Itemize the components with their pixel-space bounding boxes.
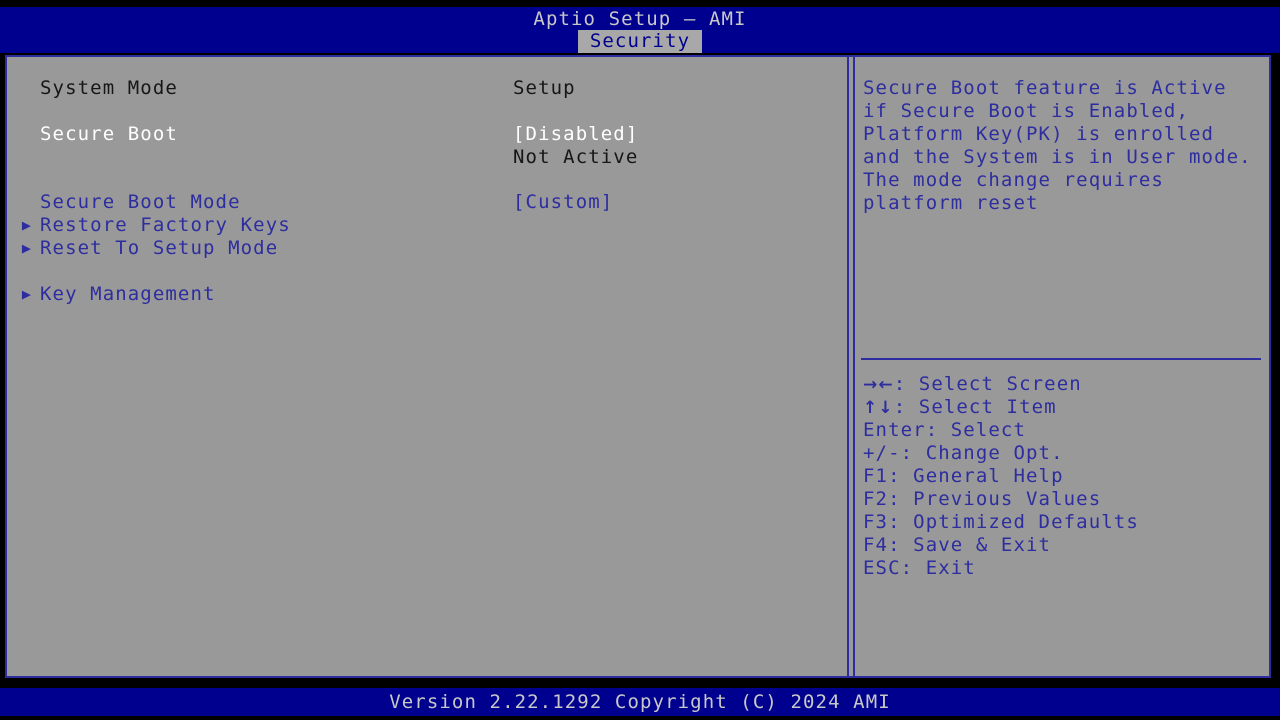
arrow-up-down-icon: ↑↓ [863, 398, 894, 418]
bios-setup-screen: Aptio Setup – AMI Security System Mode Se… [0, 0, 1280, 720]
settings-row-label: Secure Boot [40, 123, 178, 145]
top-black-bar [0, 0, 1280, 7]
submenu-triangle-icon: ▶ [21, 239, 33, 257]
key-legend-item: →←: Select Screen [863, 373, 1263, 396]
key-legend-text: : Select Item [893, 396, 1057, 418]
key-legend-item: F3: Optimized Defaults [863, 511, 1263, 534]
settings-pane: System Mode Setup Secure Boot [Disabled] Not… [7, 57, 849, 676]
key-legend-item: Enter: Select [863, 419, 1263, 442]
key-legend-list: →←: Select Screen ↑↓: Select Item Enter: S… [863, 373, 1263, 580]
settings-row-label: System Mode [40, 77, 178, 99]
key-legend-item: F1: General Help [863, 465, 1263, 488]
settings-row[interactable]: Secure Boot Mode [Custom] [7, 191, 847, 214]
key-legend-text: F4: Save & Exit [863, 534, 1052, 556]
settings-row[interactable]: System Mode Setup [7, 77, 847, 100]
settings-row[interactable]: ▶ Restore Factory Keys [7, 214, 847, 237]
settings-row-value[interactable]: [Disabled] [513, 123, 638, 146]
help-pane: Secure Boot feature is Active if Secure … [853, 57, 1269, 676]
key-legend-item: F4: Save & Exit [863, 534, 1263, 557]
key-legend-text: F2: Previous Values [863, 488, 1102, 510]
settings-row-label: Secure Boot Mode [40, 191, 241, 213]
version-text: Version 2.22.1292 Copyright (C) 2024 AMI [389, 691, 891, 713]
settings-row-value[interactable]: Setup [513, 77, 576, 100]
submenu-triangle-icon: ▶ [21, 216, 33, 234]
settings-row[interactable]: ▶ Key Management [7, 283, 847, 306]
settings-row[interactable]: Secure Boot [Disabled] [7, 123, 847, 146]
key-legend-text: F1: General Help [863, 465, 1064, 487]
key-legend-text: F3: Optimized Defaults [863, 511, 1139, 533]
key-legend-item: F2: Previous Values [863, 488, 1263, 511]
help-divider [861, 358, 1261, 360]
settings-row-value[interactable]: [Custom] [513, 191, 613, 214]
key-legend-item: ↑↓: Select Item [863, 396, 1263, 419]
key-legend-text: : Select Screen [893, 373, 1082, 395]
settings-row-label: Restore Factory Keys [40, 214, 291, 236]
main-frame: System Mode Setup Secure Boot [Disabled] Not… [5, 55, 1271, 678]
settings-row: Not Active [7, 146, 847, 169]
settings-row[interactable]: ▶ Reset To Setup Mode [7, 237, 847, 260]
bottom-black-bar [0, 716, 1280, 720]
key-legend-text: Enter: Select [863, 419, 1027, 441]
settings-row-label: Reset To Setup Mode [40, 237, 279, 259]
tab-strip: Security [0, 30, 1280, 53]
help-description: Secure Boot feature is Active if Secure … [863, 77, 1252, 214]
key-legend-item: ESC: Exit [863, 557, 1263, 580]
key-legend-text: +/-: Change Opt. [863, 442, 1064, 464]
arrow-left-right-icon: →← [863, 375, 894, 395]
submenu-triangle-icon: ▶ [21, 285, 33, 303]
settings-row-value[interactable]: Not Active [513, 146, 638, 169]
key-legend-item: +/-: Change Opt. [863, 442, 1263, 465]
tab-security[interactable]: Security [577, 30, 703, 53]
key-legend-text: ESC: Exit [863, 557, 976, 579]
settings-row-label: Key Management [40, 283, 216, 305]
app-title: Aptio Setup – AMI [533, 8, 747, 30]
